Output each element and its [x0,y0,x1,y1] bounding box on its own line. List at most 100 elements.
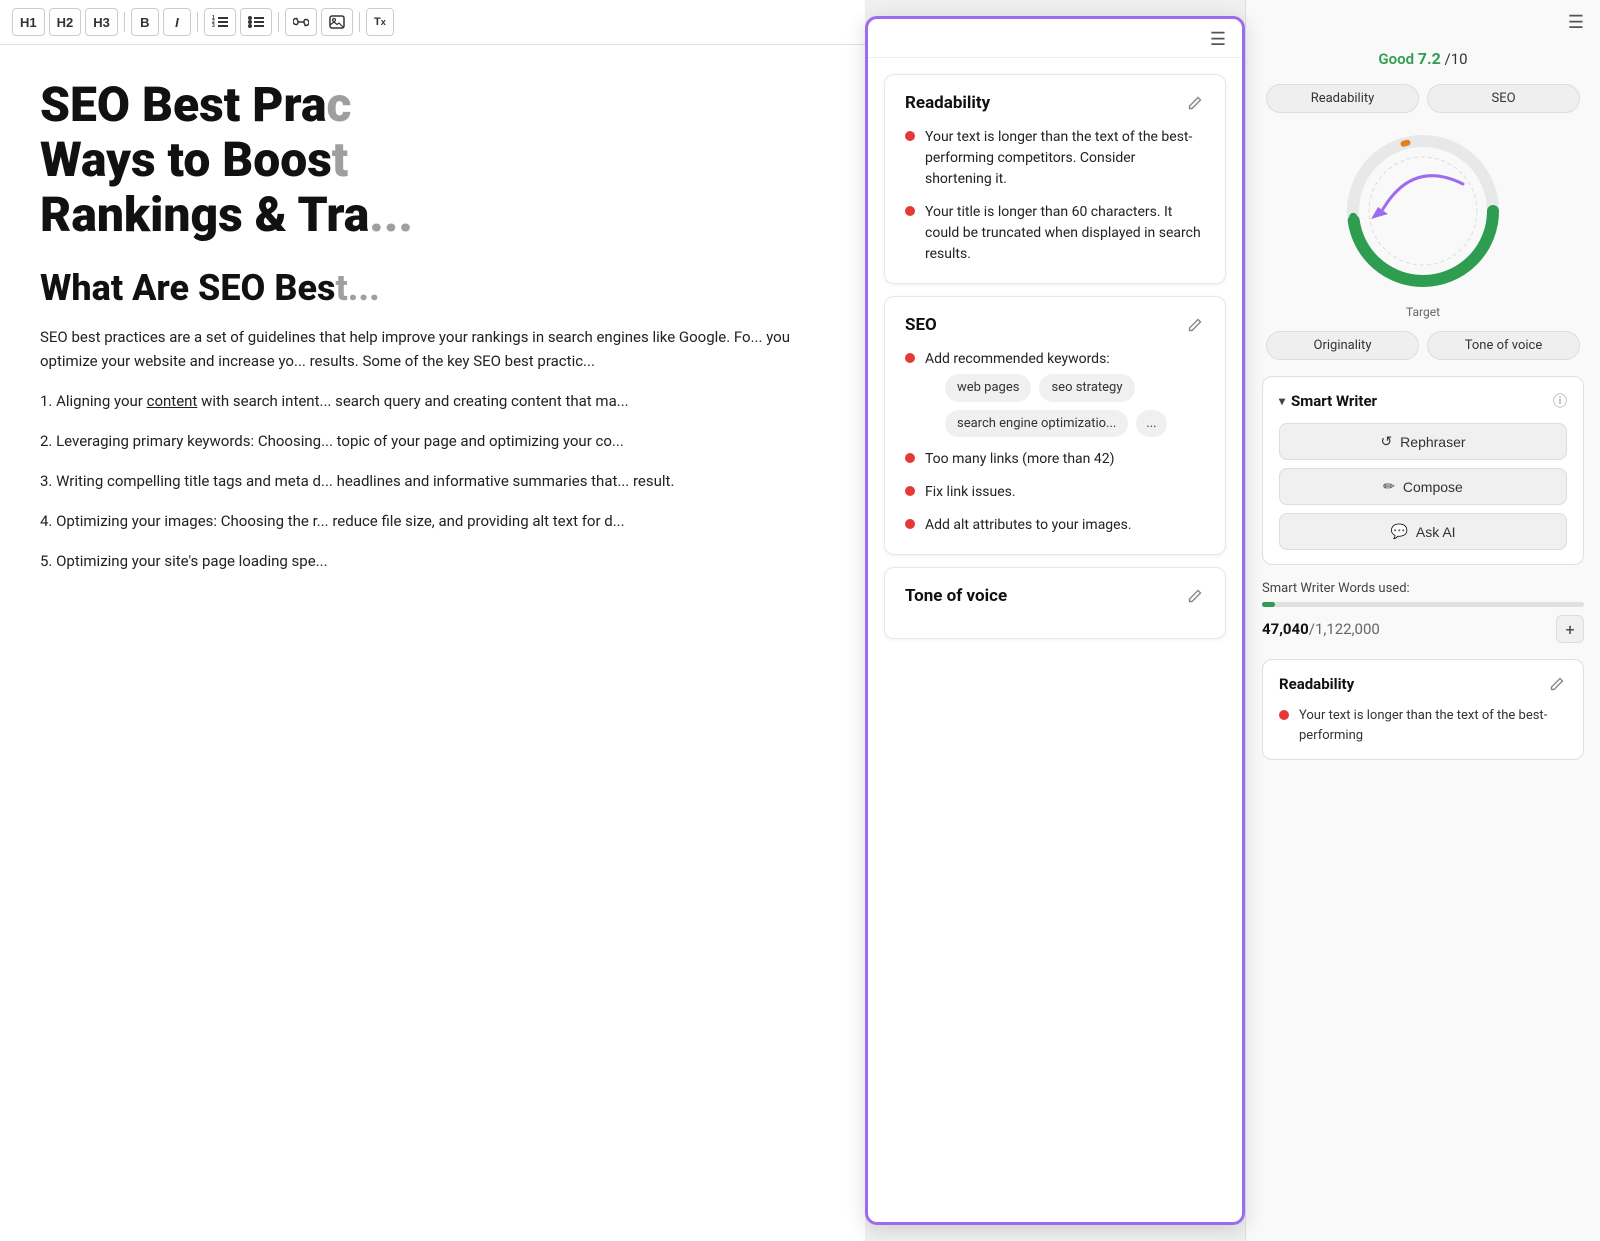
keyword-tags: web pages seo strategy search engine opt… [945,374,1205,437]
tab-readability[interactable]: Readability [1266,84,1419,113]
bottom-tabs: Originality Tone of voice [1246,331,1600,360]
clear-format-button[interactable]: Tx [366,8,394,36]
words-used-section: Smart Writer Words used: 47,040/1,122,00… [1262,581,1584,643]
red-dot-icon [905,519,915,529]
red-dot-icon [905,131,915,141]
editor-content[interactable]: SEO Best PracWays to BoostRankings & Tra… [0,45,865,1241]
seo-card-items: Add recommended keywords: web pages seo … [905,349,1205,536]
readability-right-edit-icon[interactable] [1547,674,1567,694]
overlay-header: ☰ [868,19,1242,58]
add-words-button[interactable]: + [1556,615,1584,643]
tone-card-title: Tone of voice [905,586,1007,606]
readability-item-2-text: Your title is longer than 60 characters.… [925,202,1205,265]
paragraph-4: 3. Writing compelling title tags and met… [40,469,825,493]
ask-ai-icon: 💬 [1390,523,1407,540]
seo-item-1: Too many links (more than 42) [905,449,1205,470]
red-dot-icon [905,486,915,496]
words-current: 47,040 [1262,620,1309,638]
overlay-scroll[interactable]: Readability Your text is longer than the… [868,58,1242,1222]
tone-edit-icon[interactable] [1185,586,1205,606]
words-used-label: Smart Writer Words used: [1262,581,1584,596]
h2-button[interactable]: H2 [49,8,82,36]
target-label: Target [1246,305,1600,319]
compose-icon: ✏ [1383,478,1395,495]
keyword-more-tag[interactable]: ... [1136,410,1166,438]
tone-of-voice-card: Tone of voice [884,567,1226,639]
italic-button[interactable]: I [163,8,191,36]
separator-4 [359,12,360,32]
ordered-list-button[interactable]: 1 2 3 [204,8,236,36]
paragraph-6: 5. Optimizing your site's page loading s… [40,549,825,573]
tab-seo[interactable]: SEO [1427,84,1580,113]
right-panel-menu-icon[interactable]: ☰ [1568,12,1584,33]
words-count: 47,040/1,122,000 [1262,620,1380,638]
paragraph-2: 1. Aligning your content with search int… [40,389,825,413]
seo-keyword-item: Add recommended keywords: web pages seo … [905,349,1205,437]
donut-svg [1333,121,1513,301]
editor-panel: H1 H2 H3 B I 1 2 3 [0,0,865,1241]
paragraph-5: 4. Optimizing your images: Choosing the … [40,509,825,533]
readability-card-items: Your text is longer than the text of the… [905,127,1205,265]
overlay-menu-icon[interactable]: ☰ [1210,31,1226,49]
h3-button[interactable]: H3 [85,8,118,36]
paragraph-1: SEO best practices are a set of guidelin… [40,325,825,373]
seo-item-3-text: Add alt attributes to your images. [925,515,1132,536]
seo-card-header: SEO [905,315,1205,335]
words-count-row: 47,040/1,122,000 + [1262,615,1584,643]
donut-chart [1333,121,1513,301]
score-tabs: Readability SEO [1246,84,1600,113]
editor-toolbar: H1 H2 H3 B I 1 2 3 [0,0,865,45]
rephraser-button[interactable]: ↺ Rephraser [1279,423,1567,460]
words-max: 1,122,000 [1315,620,1380,638]
chevron-down-icon: ▾ [1279,394,1285,408]
svg-text:3: 3 [212,23,215,29]
right-panel-header: ☰ [1246,0,1600,41]
h1-button[interactable]: H1 [12,8,45,36]
readability-item-1: Your text is longer than the text of the… [905,127,1205,190]
seo-card-title: SEO [905,315,937,335]
red-dot-icon [905,353,915,363]
words-progress-bar [1262,602,1584,607]
separator-2 [197,12,198,32]
readability-card-header: Readability [905,93,1205,113]
red-dot-icon [905,453,915,463]
article-subheading: What Are SEO Best... [40,267,825,309]
tab-tone-of-voice[interactable]: Tone of voice [1427,331,1580,360]
tone-card-header: Tone of voice [905,586,1205,606]
separator-1 [124,12,125,32]
score-section: Good 7.2 /10 [1246,41,1600,84]
score-good-text: Good [1378,50,1414,68]
score-max: /10 [1445,50,1468,68]
readability-item-1-text: Your text is longer than the text of the… [925,127,1205,190]
score-label: Good 7.2 /10 [1262,49,1584,68]
link-button[interactable] [285,8,317,36]
readability-card-title: Readability [905,93,990,113]
right-panel: ☰ Good 7.2 /10 Readability SEO [1245,0,1600,1241]
ask-ai-button[interactable]: 💬 Ask AI [1279,513,1567,550]
seo-keyword-label: Add recommended keywords: [925,351,1110,367]
smart-writer-title: ▾ Smart Writer [1279,392,1377,410]
readability-edit-icon[interactable] [1185,93,1205,113]
keyword-tag-1[interactable]: web pages [945,374,1031,402]
compose-button[interactable]: ✏ Compose [1279,468,1567,505]
unordered-list-button[interactable] [240,8,272,36]
seo-edit-icon[interactable] [1185,315,1205,335]
score-value: 7.2 [1418,49,1441,68]
seo-item-2-text: Fix link issues. [925,482,1016,503]
words-progress-fill [1262,602,1275,607]
bold-button[interactable]: B [131,8,159,36]
separator-3 [278,12,279,32]
readability-right-title: Readability [1279,675,1354,693]
info-icon[interactable]: ⓘ [1553,391,1567,411]
smart-writer-header: ▾ Smart Writer ⓘ [1279,391,1567,411]
seo-item-3: Add alt attributes to your images. [905,515,1205,536]
readability-item-2: Your title is longer than 60 characters.… [905,202,1205,265]
overlay-panel: ☰ Readability Your text is longer than t… [865,16,1245,1225]
keyword-tag-2[interactable]: seo strategy [1039,374,1134,402]
keyword-tag-3[interactable]: search engine optimizatio... [945,410,1128,438]
rephraser-icon: ↺ [1380,433,1392,450]
article-title: SEO Best PracWays to BoostRankings & Tra… [40,77,825,243]
tab-originality[interactable]: Originality [1266,331,1419,360]
image-button[interactable] [321,8,353,36]
paragraph-3: 2. Leveraging primary keywords: Choosing… [40,429,825,453]
